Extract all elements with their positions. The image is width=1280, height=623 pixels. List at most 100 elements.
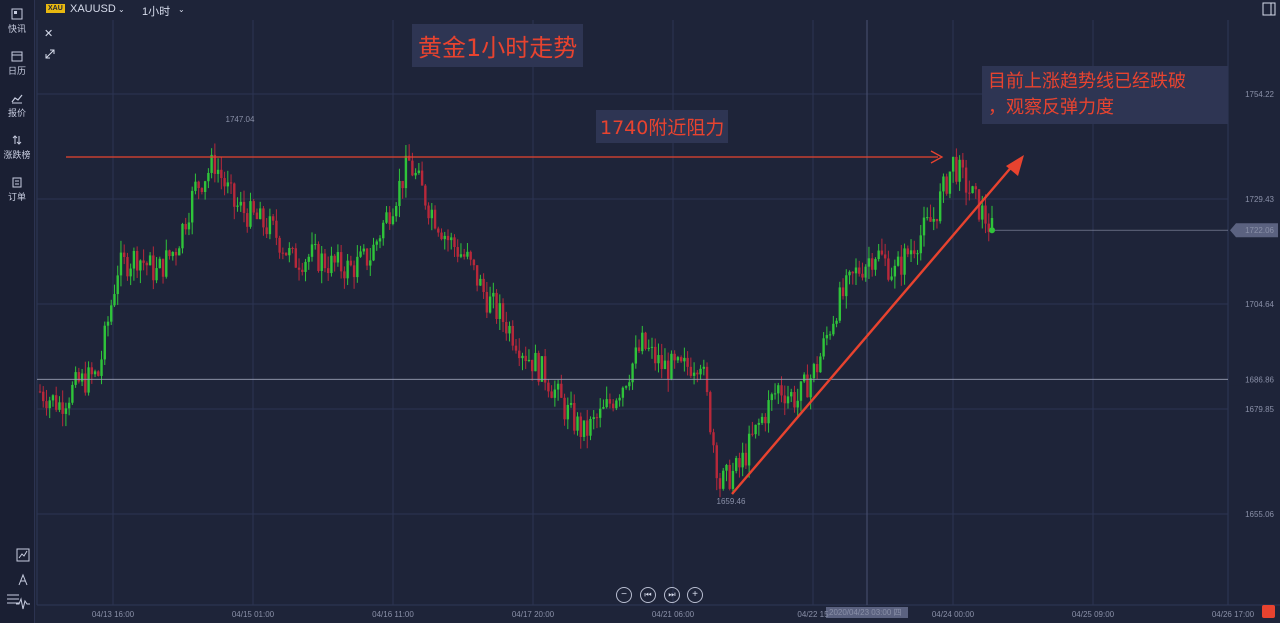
candle-body	[663, 360, 667, 370]
zoom-in-button[interactable]: +	[687, 587, 703, 603]
candle-body	[139, 260, 142, 271]
trendline-note-line1: 目前上涨趋势线已经跌破	[988, 71, 1186, 92]
candle-body	[602, 407, 605, 409]
candle-body	[760, 416, 764, 423]
candle-body	[433, 209, 437, 229]
candle-body	[200, 188, 204, 193]
candle-body	[414, 172, 417, 176]
candle-body	[799, 381, 803, 401]
candle-body	[676, 357, 680, 361]
candle-body	[900, 256, 903, 275]
candle-body	[255, 212, 259, 220]
chevron-down-icon[interactable]: ⌄	[178, 5, 185, 14]
candle-body	[404, 155, 408, 189]
candle-body	[618, 397, 621, 401]
candle-body	[84, 373, 87, 393]
candle-body	[553, 389, 557, 398]
current-price-dot	[989, 227, 995, 234]
candle-body	[479, 278, 482, 286]
candle-body	[628, 382, 631, 387]
candle-body	[679, 357, 683, 362]
candle-body	[961, 159, 965, 168]
candle-body	[984, 205, 987, 224]
candle-body	[369, 260, 372, 266]
collapse-icon[interactable]	[44, 48, 56, 60]
candle-body	[87, 367, 90, 393]
candle-body	[913, 250, 916, 254]
candle-body	[93, 371, 97, 375]
screenshot-icon[interactable]	[1262, 605, 1275, 618]
candle-body	[560, 383, 563, 398]
candle-body	[641, 332, 644, 352]
candle-body	[197, 181, 200, 189]
candle-body	[793, 392, 796, 408]
candle-body	[841, 287, 845, 297]
candle-body	[819, 356, 822, 373]
candle-body	[330, 255, 333, 274]
candle-body	[268, 216, 272, 235]
candle-body	[832, 323, 835, 335]
candle-body	[874, 259, 877, 270]
symbol-select[interactable]: XAUUSD	[70, 3, 116, 15]
scroll-right-button[interactable]: ⏭	[664, 587, 680, 603]
candle-body	[709, 392, 712, 433]
candle-body	[728, 464, 731, 489]
candle-body	[126, 257, 129, 277]
candle-body	[777, 385, 780, 394]
candle-body	[812, 364, 816, 379]
candle-body	[135, 250, 139, 271]
candle-body	[440, 232, 443, 240]
candle-body	[129, 268, 132, 277]
candle-body	[955, 156, 958, 182]
expand-panel-icon[interactable]	[1262, 2, 1276, 16]
candle-body	[77, 372, 81, 382]
candle-body	[563, 397, 566, 420]
candle-body	[650, 346, 654, 348]
candle-body	[861, 273, 864, 278]
zoom-out-button[interactable]: −	[616, 587, 632, 603]
x-tick-label: 04/13 16:00	[92, 610, 135, 619]
resistance-annotation: 1740附近阻力	[596, 110, 729, 143]
candle-body	[246, 213, 249, 227]
candle-body	[974, 186, 978, 190]
candle-body	[165, 250, 168, 277]
chevron-down-icon[interactable]: ⌄	[118, 5, 125, 14]
candle-body	[854, 267, 858, 274]
candle-body	[605, 399, 608, 408]
candle-body	[294, 248, 298, 268]
candle-body	[634, 347, 638, 364]
candle-body	[537, 352, 540, 382]
candle-body	[64, 408, 68, 414]
candle-body	[453, 237, 456, 248]
candle-body	[786, 396, 790, 404]
candle-body	[608, 399, 612, 404]
scroll-left-button[interactable]: ⏮	[640, 587, 656, 603]
candle-body	[145, 262, 149, 266]
candle-body	[323, 253, 327, 269]
candle-body	[958, 159, 961, 182]
candle-body	[203, 181, 207, 193]
interval-select[interactable]: 1小时	[142, 3, 170, 19]
candle-body	[621, 387, 625, 398]
candle-body	[725, 464, 728, 471]
candle-body	[103, 325, 106, 360]
candle-body	[741, 452, 744, 468]
close-icon[interactable]: ✕	[44, 27, 53, 40]
candle-body	[152, 255, 155, 281]
candle-body	[142, 260, 145, 263]
candle-body	[54, 395, 58, 410]
candle-body	[475, 265, 479, 286]
candle-body	[790, 392, 793, 397]
candle-body	[226, 182, 230, 187]
candle-body	[773, 393, 777, 395]
candle-body	[168, 250, 171, 257]
candle-body	[178, 248, 181, 256]
candle-body	[968, 192, 971, 194]
candle-body	[307, 256, 310, 262]
candle-body	[809, 378, 812, 398]
toolbar: XAU XAUUSD ⌄ 1小时 ⌄	[38, 0, 1278, 20]
candle-body	[262, 208, 265, 228]
x-tick-label: 04/25 09:00	[1072, 610, 1115, 619]
candle-body	[543, 356, 547, 383]
candle-body	[258, 208, 262, 220]
